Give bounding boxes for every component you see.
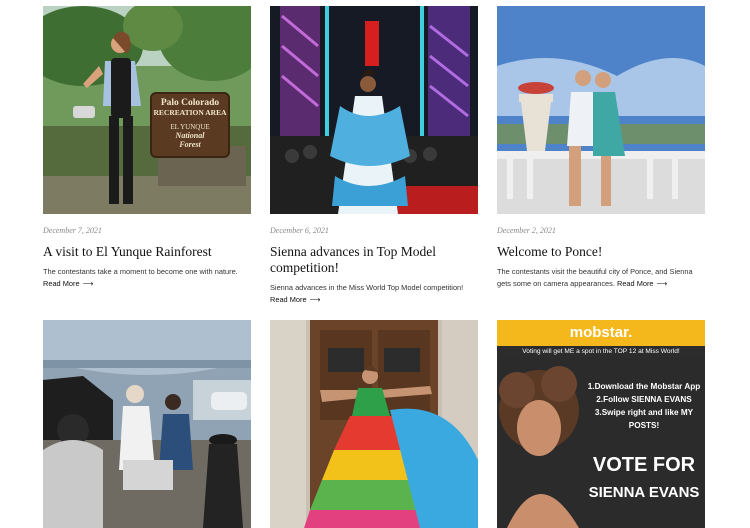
post-card [43, 320, 251, 528]
mobstar-logo: mobstar. [497, 320, 705, 346]
post-image[interactable] [43, 320, 251, 528]
post-image[interactable] [270, 320, 478, 528]
post-title[interactable]: A visit to El Yunque Rainforest [43, 244, 251, 260]
post-card: December 6, 2021 Sienna advances in Top … [270, 6, 478, 306]
post-card [270, 320, 478, 528]
sign-text: Palo Colorado [160, 98, 220, 108]
post-excerpt: Sienna advances in the Miss World Top Mo… [270, 282, 478, 306]
arrow-right-icon: ⟶ [82, 279, 94, 288]
recreation-area-sign: Palo Colorado RECREATION AREA EL YUNQUE … [150, 92, 230, 158]
read-more-link[interactable]: Read More ⟶ [43, 279, 93, 288]
sign-text: Forest [179, 140, 201, 149]
read-more-label: Read More [616, 279, 654, 288]
sign-text: National [175, 131, 205, 140]
ponce-photo [497, 6, 705, 214]
post-title[interactable]: Sienna advances in Top Model competition… [270, 244, 478, 276]
post-card: Palo Colorado RECREATION AREA EL YUNQUE … [43, 6, 251, 290]
poster-step: 3.Swipe right and like MY POSTS! [594, 408, 694, 430]
post-excerpt: The contestants take a moment to become … [43, 266, 251, 290]
sign-text: EL YUNQUE [170, 123, 210, 131]
read-more-label: Read More [270, 295, 307, 304]
post-card: mobstar. Voting will get ME a spot in th… [497, 320, 705, 528]
post-card: December 2, 2021 Welcome to Ponce! The c… [497, 6, 705, 290]
poster-name: SIENNA EVANS [588, 484, 700, 501]
post-date: December 7, 2021 [43, 226, 102, 235]
post-title[interactable]: Welcome to Ponce! [497, 244, 705, 260]
poster-tagline: Voting will get ME a spot in the TOP 12 … [497, 346, 705, 358]
post-image[interactable] [270, 6, 478, 214]
read-more-link[interactable]: Read More ⟶ [617, 279, 667, 288]
poster-step: 1.Download the Mobstar App [587, 382, 701, 391]
sign-text: RECREATION AREA [153, 108, 227, 117]
post-excerpt: The contestants visit the beautiful city… [497, 266, 705, 290]
post-excerpt-text: The contestants take a moment to become … [43, 267, 238, 276]
poster-step: 2.Follow SIENNA EVANS [596, 395, 692, 404]
colorful-dress-photo [270, 320, 478, 528]
post-date: December 2, 2021 [497, 226, 556, 235]
arrow-right-icon: ⟶ [656, 279, 668, 288]
post-image[interactable] [497, 6, 705, 214]
poster-steps: 1.Download the Mobstar App 2.Follow SIEN… [585, 380, 703, 432]
post-excerpt-text: Sienna advances in the Miss World Top Mo… [270, 283, 464, 292]
post-date: December 6, 2021 [270, 226, 329, 235]
post-image[interactable]: Palo Colorado RECREATION AREA EL YUNQUE … [43, 6, 251, 214]
post-image[interactable]: mobstar. Voting will get ME a spot in th… [497, 320, 705, 528]
runway-photo [270, 6, 478, 214]
read-more-link[interactable]: Read More ⟶ [270, 295, 320, 304]
poster-vote-heading: VOTE FOR [592, 454, 696, 476]
read-more-label: Read More [43, 279, 80, 288]
film-crew-photo [43, 320, 251, 528]
arrow-right-icon: ⟶ [309, 295, 321, 304]
